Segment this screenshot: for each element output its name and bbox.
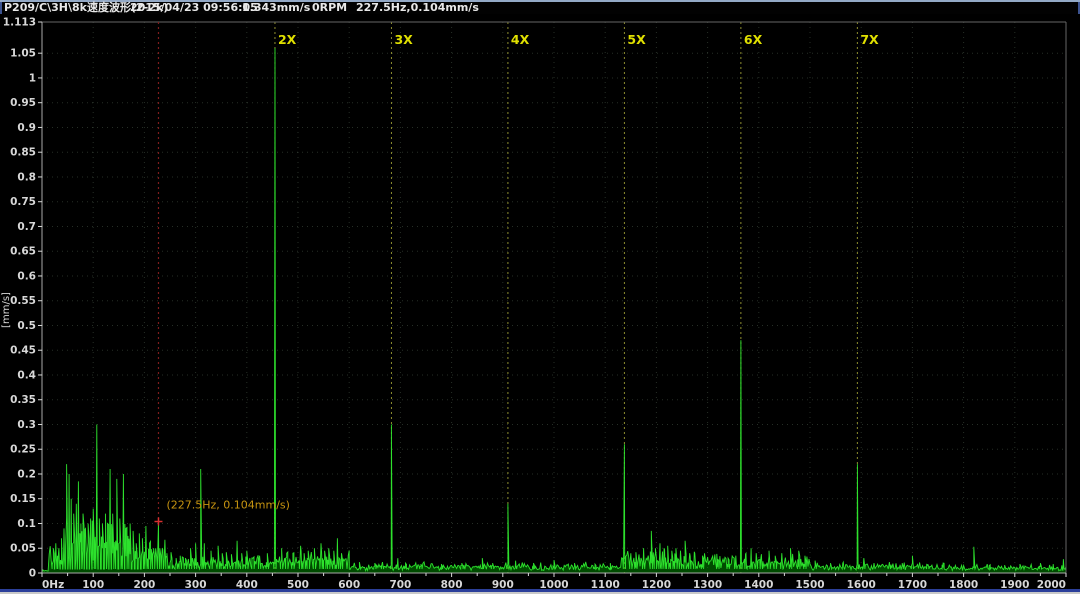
cursor-readout: 227.5Hz,0.104mm/s	[356, 2, 479, 14]
cursor-annotation: (227.5Hz, 0.104mm/s)	[166, 499, 289, 512]
y-axis-unit-label: [mm/s]	[1, 292, 12, 328]
y-tick-label: 0.65	[10, 246, 36, 258]
y-tick-label: 0.8	[17, 171, 36, 183]
y-tick-label: 0.3	[17, 419, 36, 431]
window-bottom-border	[0, 589, 1080, 592]
app-window: P209/C\3H\8k速度波形(2-2k) 2015/04/23 09:56:…	[0, 0, 1080, 594]
y-tick-label: 0.2	[17, 468, 36, 480]
y-tick-label: 0.35	[10, 394, 36, 406]
y-tick-label: 0.05	[10, 543, 36, 555]
y-tick-label: 0.45	[10, 345, 36, 357]
y-tick-label: 0.25	[10, 444, 36, 456]
y-tick-label: 1.113	[3, 17, 36, 29]
y-tick-label: 0.7	[17, 221, 36, 233]
y-tick-label: 1.05	[10, 48, 36, 60]
y-tick-label: 0.4	[17, 369, 36, 381]
timestamp: 2015/04/23 09:56:05	[130, 2, 258, 14]
y-tick-label: 0.5	[17, 320, 36, 332]
harmonic-label-5x: 5X	[627, 32, 646, 47]
y-tick-label: 0	[29, 568, 36, 580]
y-tick-label: 0.1	[17, 518, 36, 530]
y-tick-label: 0.85	[10, 147, 36, 159]
rpm-value: 0RPM	[312, 2, 347, 14]
y-tick-label: 0.55	[10, 295, 36, 307]
harmonic-label-4x: 4X	[511, 32, 530, 47]
harmonic-label-2x: 2X	[278, 32, 297, 47]
y-tick-label: 0.6	[17, 270, 36, 282]
y-tick-label: 0.9	[17, 122, 36, 134]
harmonic-label-7x: 7X	[860, 32, 879, 47]
header-bar: P209/C\3H\8k速度波形(2-2k) 2015/04/23 09:56:…	[4, 2, 1078, 14]
harmonic-label-6x: 6X	[744, 32, 763, 47]
y-tick-label: 1	[29, 72, 36, 84]
spectrum-plot[interactable]: 2X 3X 4X 5X 6X 7X 1.113 1.05 1 0.95 0.9 0.85 0.8 0.75…	[0, 14, 1080, 594]
y-tick-label: 0.95	[10, 97, 36, 109]
y-tick-label: 0.15	[10, 493, 36, 505]
plot-background	[0, 14, 1080, 594]
y-tick-label: 0.75	[10, 196, 36, 208]
overall-value: 1.343mm/s	[242, 2, 310, 14]
harmonic-label-3x: 3X	[394, 32, 413, 47]
x-axis: 0Hz1002003004005006007008009001000110012…	[42, 573, 1066, 591]
